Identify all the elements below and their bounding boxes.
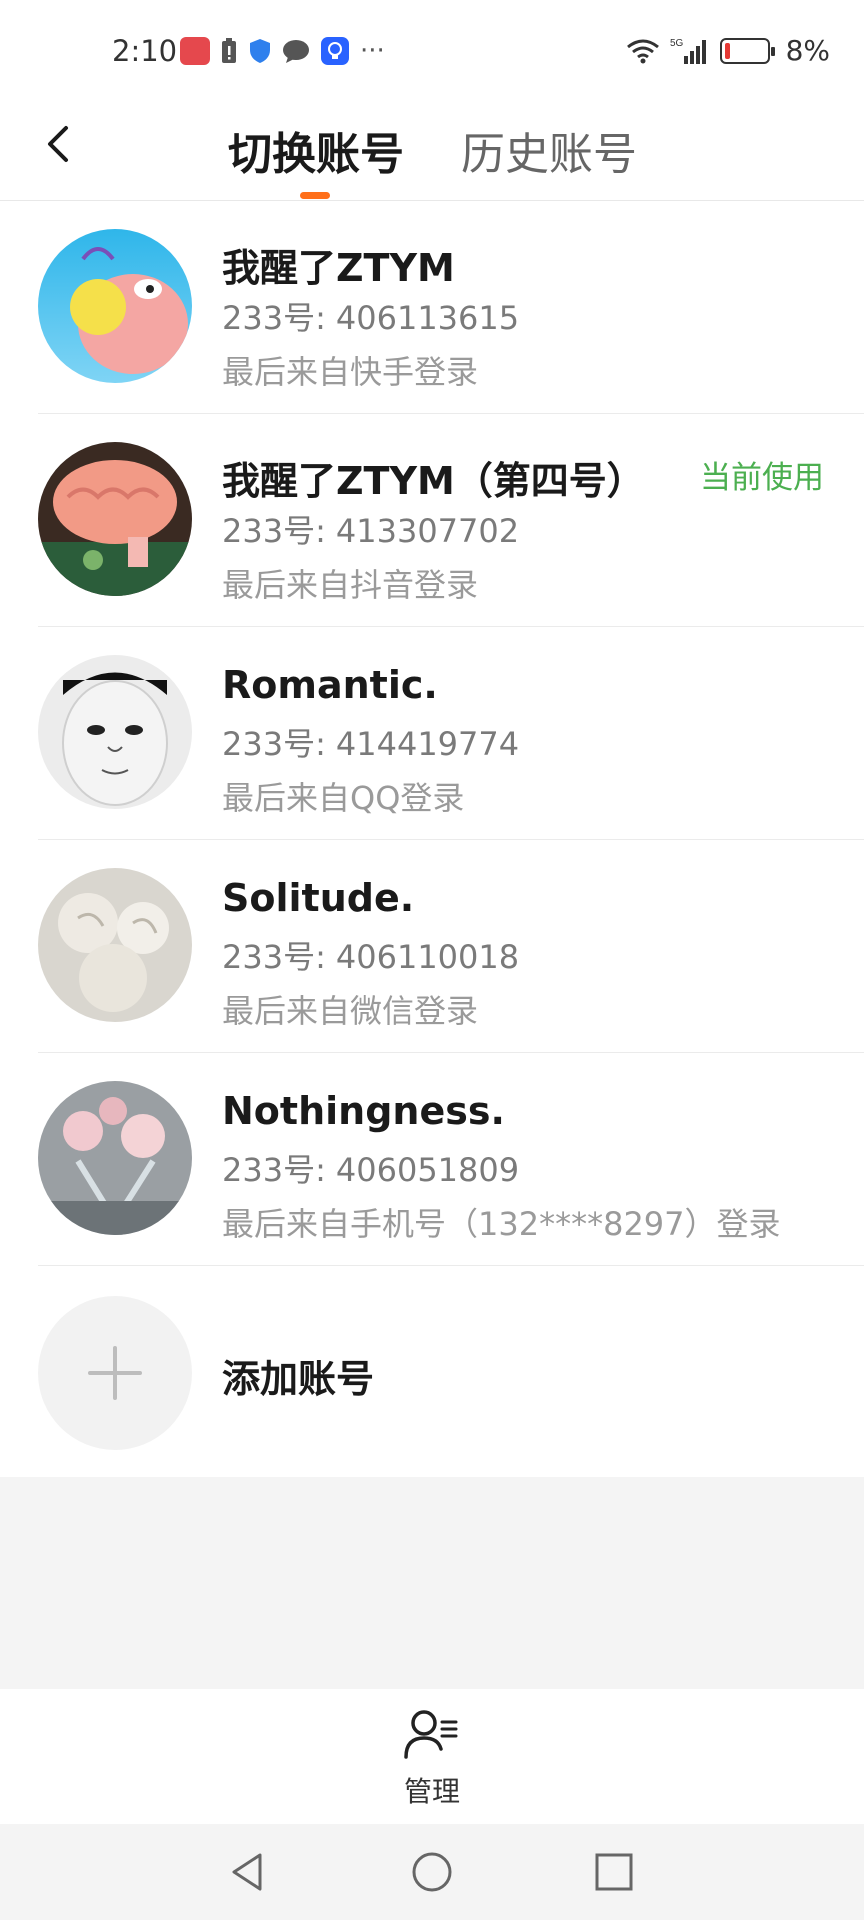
manage-label: 管理	[403, 1775, 460, 1808]
battery-alert-icon	[222, 38, 236, 63]
back-triangle-icon[interactable]	[226, 1850, 270, 1894]
avatar	[38, 868, 192, 1022]
more-notifications-icon: ···	[360, 36, 385, 66]
uid-label: 233号:	[222, 512, 326, 550]
manage-button[interactable]: 管理	[382, 1709, 482, 1809]
account-uid: 233号: 406110018	[222, 932, 519, 978]
last-login-source: 最后来自快手登录	[222, 353, 479, 391]
last-login-source: 最后来自微信登录	[222, 992, 479, 1030]
add-account-circle	[38, 1296, 192, 1450]
last-login-source: 最后来自抖音登录	[222, 566, 479, 604]
status-right: 5G 8%	[626, 34, 830, 67]
avatar	[38, 655, 192, 809]
uid-value: 414419774	[335, 725, 520, 763]
bulb-app-icon	[321, 37, 349, 65]
account-row[interactable]: 我醒了ZTYM 233号: 406113615 最后来自快手登录	[38, 201, 864, 414]
home-circle-icon[interactable]	[410, 1850, 454, 1894]
battery-percent: 8%	[785, 34, 830, 67]
account-row[interactable]: 我醒了ZTYM（第四号） 当前使用 233号: 413307702 最后来自抖音登…	[38, 414, 864, 627]
user-manage-icon	[404, 1710, 458, 1759]
bottom-bar: 管理	[0, 1689, 864, 1824]
chat-icon	[283, 40, 309, 63]
account-name: 我醒了ZTYM（第四号）	[222, 459, 645, 503]
account-uid: 233号: 406051809	[222, 1145, 519, 1191]
account-list: 我醒了ZTYM 233号: 406113615 最后来自快手登录 我醒了ZTYM（…	[0, 201, 864, 1479]
last-login-source: 最后来自QQ登录	[222, 779, 465, 817]
battery-icon	[719, 37, 775, 64]
account-row[interactable]: Romantic. 233号: 414419774 最后来自QQ登录	[38, 627, 864, 840]
account-row[interactable]: Nothingness. 233号: 406051809 最后来自手机号（132*…	[38, 1053, 864, 1266]
system-nav-bar	[0, 1824, 864, 1920]
back-arrow-icon[interactable]	[36, 120, 84, 168]
account-name: Solitude.	[222, 876, 415, 920]
plus-icon	[88, 1346, 142, 1400]
notification-icons: ···	[180, 36, 385, 66]
signal-icon: 5G	[670, 38, 706, 64]
account-uid: 233号: 414419774	[222, 719, 519, 765]
uid-label: 233号:	[222, 725, 326, 763]
current-account-badge: 当前使用	[700, 460, 824, 496]
uid-value: 406113615	[335, 299, 520, 337]
header: 切换账号 历史账号	[0, 100, 864, 201]
uid-label: 233号:	[222, 938, 326, 976]
shopping-app-icon	[180, 37, 210, 65]
status-bar: 2:10 ··· 5G 8%	[0, 0, 864, 100]
uid-label: 233号:	[222, 1151, 326, 1189]
account-uid: 233号: 406113615	[222, 293, 519, 339]
uid-value: 406110018	[335, 938, 520, 976]
avatar	[38, 229, 192, 383]
uid-label: 233号:	[222, 299, 326, 337]
last-login-source: 最后来自手机号（132****8297）登录	[222, 1205, 781, 1243]
wifi-icon	[626, 39, 659, 63]
avatar	[38, 442, 192, 596]
account-name: Romantic.	[222, 663, 438, 707]
empty-background	[0, 1477, 864, 1689]
uid-value: 413307702	[335, 512, 520, 550]
svg-text:5G: 5G	[670, 38, 684, 49]
account-row[interactable]: Solitude. 233号: 406110018 最后来自微信登录	[38, 840, 864, 1053]
account-uid: 233号: 413307702	[222, 506, 519, 552]
status-time: 2:10	[112, 34, 178, 68]
tab-indicator	[300, 192, 330, 199]
tab-switch-account[interactable]: 切换账号	[228, 118, 404, 182]
tab-history-account[interactable]: 历史账号	[461, 118, 637, 182]
recent-apps-square-icon[interactable]	[592, 1850, 636, 1894]
avatar	[38, 1081, 192, 1235]
add-account-button[interactable]: 添加账号	[38, 1266, 864, 1479]
shield-icon	[250, 39, 270, 63]
uid-value: 406051809	[335, 1151, 520, 1189]
account-name: 我醒了ZTYM	[222, 246, 455, 290]
add-account-label: 添加账号	[222, 1357, 375, 1401]
account-name: Nothingness.	[222, 1089, 505, 1133]
